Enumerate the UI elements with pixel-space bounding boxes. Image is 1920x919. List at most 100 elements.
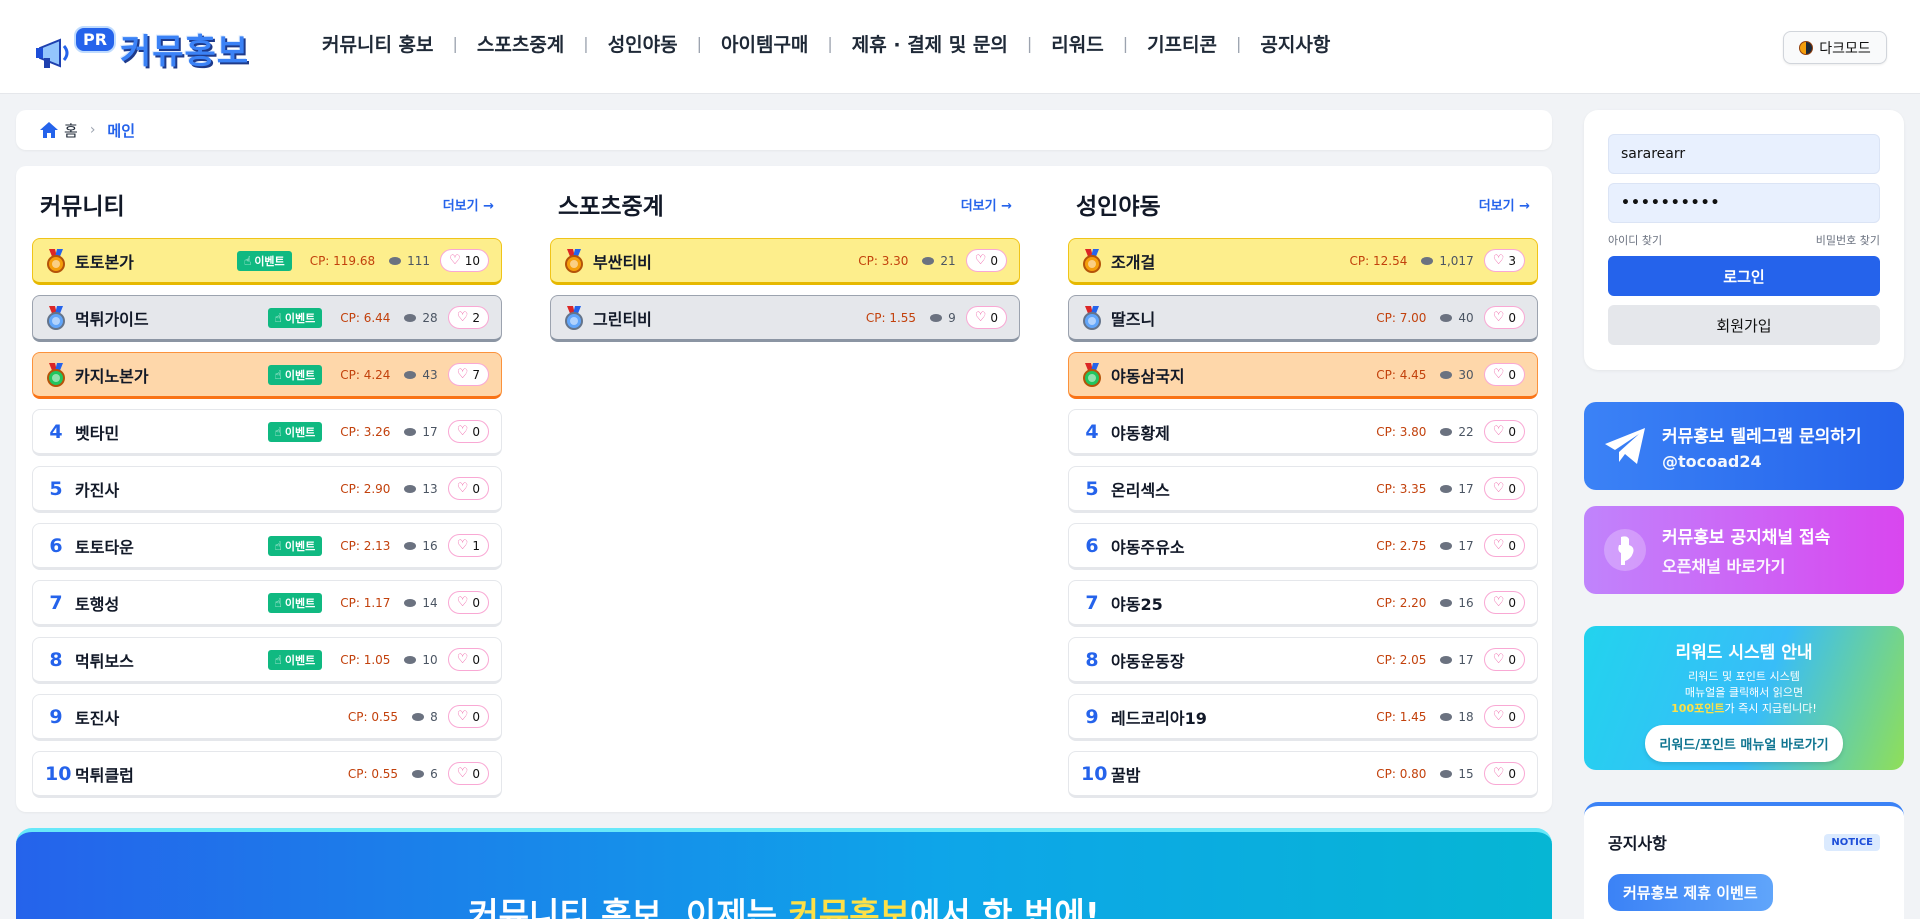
site-name[interactable]: 먹튀보스: [75, 648, 268, 672]
nav-adult[interactable]: 성인야동: [608, 30, 678, 57]
breadcrumb-home[interactable]: 홈: [64, 120, 78, 141]
site-name[interactable]: 토행성: [75, 591, 268, 615]
login-button[interactable]: 로그인: [1608, 256, 1880, 296]
nav-sports[interactable]: 스포츠중계: [477, 30, 564, 57]
like-button[interactable]: ♡ 3: [1483, 249, 1525, 272]
find-password-link[interactable]: 비밀번호 찾기: [1816, 232, 1880, 248]
ranking-row[interactable]: 9 레드코리아19 CP: 1.45 18 ♡ 0: [1068, 694, 1538, 741]
like-button[interactable]: ♡ 0: [1483, 534, 1525, 557]
channel-card-subtitle: 오픈채널 바로가기: [1662, 557, 1786, 576]
ranking-row[interactable]: 그린티비 CP: 1.55 9 ♡ 0: [550, 295, 1020, 342]
event-badge[interactable]: ☝ 이벤트: [267, 364, 323, 385]
ranking-row[interactable]: 4 야동황제 CP: 3.80 22 ♡ 0: [1068, 409, 1538, 456]
ranking-row[interactable]: 조개걸 CP: 12.54 1,017 ♡ 3: [1068, 238, 1538, 285]
site-name[interactable]: 부싼티비: [593, 249, 858, 273]
like-button[interactable]: ♡ 0: [1483, 363, 1525, 386]
pointer-hand-icon: ☝: [274, 652, 282, 667]
ranking-row[interactable]: 카지노본가 ☝ 이벤트 CP: 4.24 43 ♡ 7: [32, 352, 502, 399]
like-button[interactable]: ♡ 0: [965, 306, 1007, 329]
ranking-row[interactable]: 야동삼국지 CP: 4.45 30 ♡ 0: [1068, 352, 1538, 399]
like-button[interactable]: ♡ 0: [447, 705, 489, 728]
like-button[interactable]: ♡ 0: [447, 762, 489, 785]
site-name[interactable]: 먹튀클럽: [75, 762, 348, 786]
site-name[interactable]: 벳타민: [75, 420, 268, 444]
ranking-row[interactable]: 8 먹튀보스 ☝ 이벤트 CP: 1.05 10 ♡ 0: [32, 637, 502, 684]
site-name[interactable]: 야동25: [1111, 591, 1376, 615]
site-name[interactable]: 토진사: [75, 705, 348, 729]
dark-mode-button[interactable]: 다크모드: [1783, 31, 1887, 64]
like-button[interactable]: ♡ 0: [1483, 705, 1525, 728]
site-name[interactable]: 야동황제: [1111, 420, 1376, 444]
like-button[interactable]: ♡ 0: [965, 249, 1007, 272]
notice-item[interactable]: 커뮤홍보 제휴 이벤트: [1608, 874, 1773, 911]
event-badge[interactable]: ☝ 이벤트: [267, 307, 323, 328]
username-input[interactable]: sararearr: [1608, 134, 1880, 174]
more-link[interactable]: 더보기 →: [961, 195, 1012, 214]
like-button[interactable]: ♡ 0: [1483, 762, 1525, 785]
site-name[interactable]: 토토타운: [75, 534, 268, 558]
like-button[interactable]: ♡ 2: [447, 306, 489, 329]
like-button[interactable]: ♡ 0: [447, 477, 489, 500]
ranking-row[interactable]: 6 야동주유소 CP: 2.75 17 ♡ 0: [1068, 523, 1538, 570]
site-name[interactable]: 온리섹스: [1111, 477, 1376, 501]
nav-reward[interactable]: 리워드: [1051, 30, 1103, 57]
ranking-row[interactable]: 부싼티비 CP: 3.30 21 ♡ 0: [550, 238, 1020, 285]
ranking-row[interactable]: 5 온리섹스 CP: 3.35 17 ♡ 0: [1068, 466, 1538, 513]
event-badge[interactable]: ☝ 이벤트: [267, 535, 323, 556]
site-name[interactable]: 카지노본가: [75, 363, 268, 387]
like-button[interactable]: ♡ 0: [447, 420, 489, 443]
site-name[interactable]: 조개걸: [1111, 249, 1350, 273]
ranking-row[interactable]: 6 토토타운 ☝ 이벤트 CP: 2.13 16 ♡ 1: [32, 523, 502, 570]
nav-items[interactable]: 아이템구매: [721, 30, 808, 57]
password-input[interactable]: ••••••••••: [1608, 183, 1880, 223]
site-name[interactable]: 야동주유소: [1111, 534, 1376, 558]
ranking-row[interactable]: 5 카진사 CP: 2.90 13 ♡ 0: [32, 466, 502, 513]
site-name[interactable]: 먹튀가이드: [75, 306, 268, 330]
ranking-row[interactable]: 토토본가 ☝ 이벤트 CP: 119.68 111 ♡ 10: [32, 238, 502, 285]
like-button[interactable]: ♡ 0: [1483, 306, 1525, 329]
site-name[interactable]: 꿀밤: [1111, 762, 1376, 786]
more-link[interactable]: 더보기 →: [1479, 195, 1530, 214]
site-logo[interactable]: PR 커뮤홍보: [36, 22, 260, 76]
site-name[interactable]: 그린티비: [593, 306, 866, 330]
find-id-link[interactable]: 아이디 찾기: [1608, 232, 1662, 248]
site-name[interactable]: 야동운동장: [1111, 648, 1376, 672]
ranking-row[interactable]: 8 야동운동장 CP: 2.05 17 ♡ 0: [1068, 637, 1538, 684]
like-button[interactable]: ♡ 0: [1483, 477, 1525, 500]
column-title: 커뮤니티: [40, 194, 125, 220]
event-badge[interactable]: ☝ 이벤트: [267, 421, 323, 442]
like-button[interactable]: ♡ 7: [447, 363, 489, 386]
site-name[interactable]: 토토본가: [75, 249, 237, 273]
ranking-row[interactable]: 10 꿀밤 CP: 0.80 15 ♡ 0: [1068, 751, 1538, 798]
site-name[interactable]: 야동삼국지: [1111, 363, 1376, 387]
ranking-row[interactable]: 9 토진사 CP: 0.55 8 ♡ 0: [32, 694, 502, 741]
event-badge[interactable]: ☝ 이벤트: [267, 592, 323, 613]
event-badge[interactable]: ☝ 이벤트: [267, 649, 323, 670]
like-button[interactable]: ♡ 10: [440, 249, 489, 272]
telegram-contact-card[interactable]: 커뮤홍보 텔레그램 문의하기 @tocoad24: [1584, 402, 1904, 490]
site-name[interactable]: 딸즈니: [1111, 306, 1376, 330]
like-button[interactable]: ♡ 0: [1483, 420, 1525, 443]
like-button[interactable]: ♡ 0: [1483, 591, 1525, 614]
ranking-row[interactable]: 7 야동25 CP: 2.20 16 ♡ 0: [1068, 580, 1538, 627]
nav-community[interactable]: 커뮤니티 홍보: [322, 30, 434, 57]
like-button[interactable]: ♡ 0: [447, 591, 489, 614]
nav-giftcon[interactable]: 기프티콘: [1147, 30, 1217, 57]
nav-partnership[interactable]: 제휴 · 결제 및 문의: [852, 30, 1008, 57]
like-button[interactable]: ♡ 1: [447, 534, 489, 557]
event-badge[interactable]: ☝ 이벤트: [237, 250, 292, 271]
like-button[interactable]: ♡ 0: [447, 648, 489, 671]
join-button[interactable]: 회원가입: [1608, 305, 1880, 345]
ranking-row[interactable]: 4 벳타민 ☝ 이벤트 CP: 3.26 17 ♡ 0: [32, 409, 502, 456]
ranking-row[interactable]: 딸즈니 CP: 7.00 40 ♡ 0: [1068, 295, 1538, 342]
site-name[interactable]: 카진사: [75, 477, 340, 501]
more-link[interactable]: 더보기 →: [443, 195, 494, 214]
notice-channel-card[interactable]: 커뮤홍보 공지채널 접속 오픈채널 바로가기: [1584, 506, 1904, 594]
ranking-row[interactable]: 10 먹튀클럽 CP: 0.55 6 ♡ 0: [32, 751, 502, 798]
like-button[interactable]: ♡ 0: [1483, 648, 1525, 671]
ranking-row[interactable]: 7 토행성 ☝ 이벤트 CP: 1.17 14 ♡ 0: [32, 580, 502, 627]
ranking-row[interactable]: 먹튀가이드 ☝ 이벤트 CP: 6.44 28 ♡ 2: [32, 295, 502, 342]
reward-manual-button[interactable]: 리워드/포인트 매뉴얼 바로가기: [1645, 725, 1843, 762]
site-name[interactable]: 레드코리아19: [1111, 705, 1376, 729]
nav-notice[interactable]: 공지사항: [1260, 30, 1330, 57]
